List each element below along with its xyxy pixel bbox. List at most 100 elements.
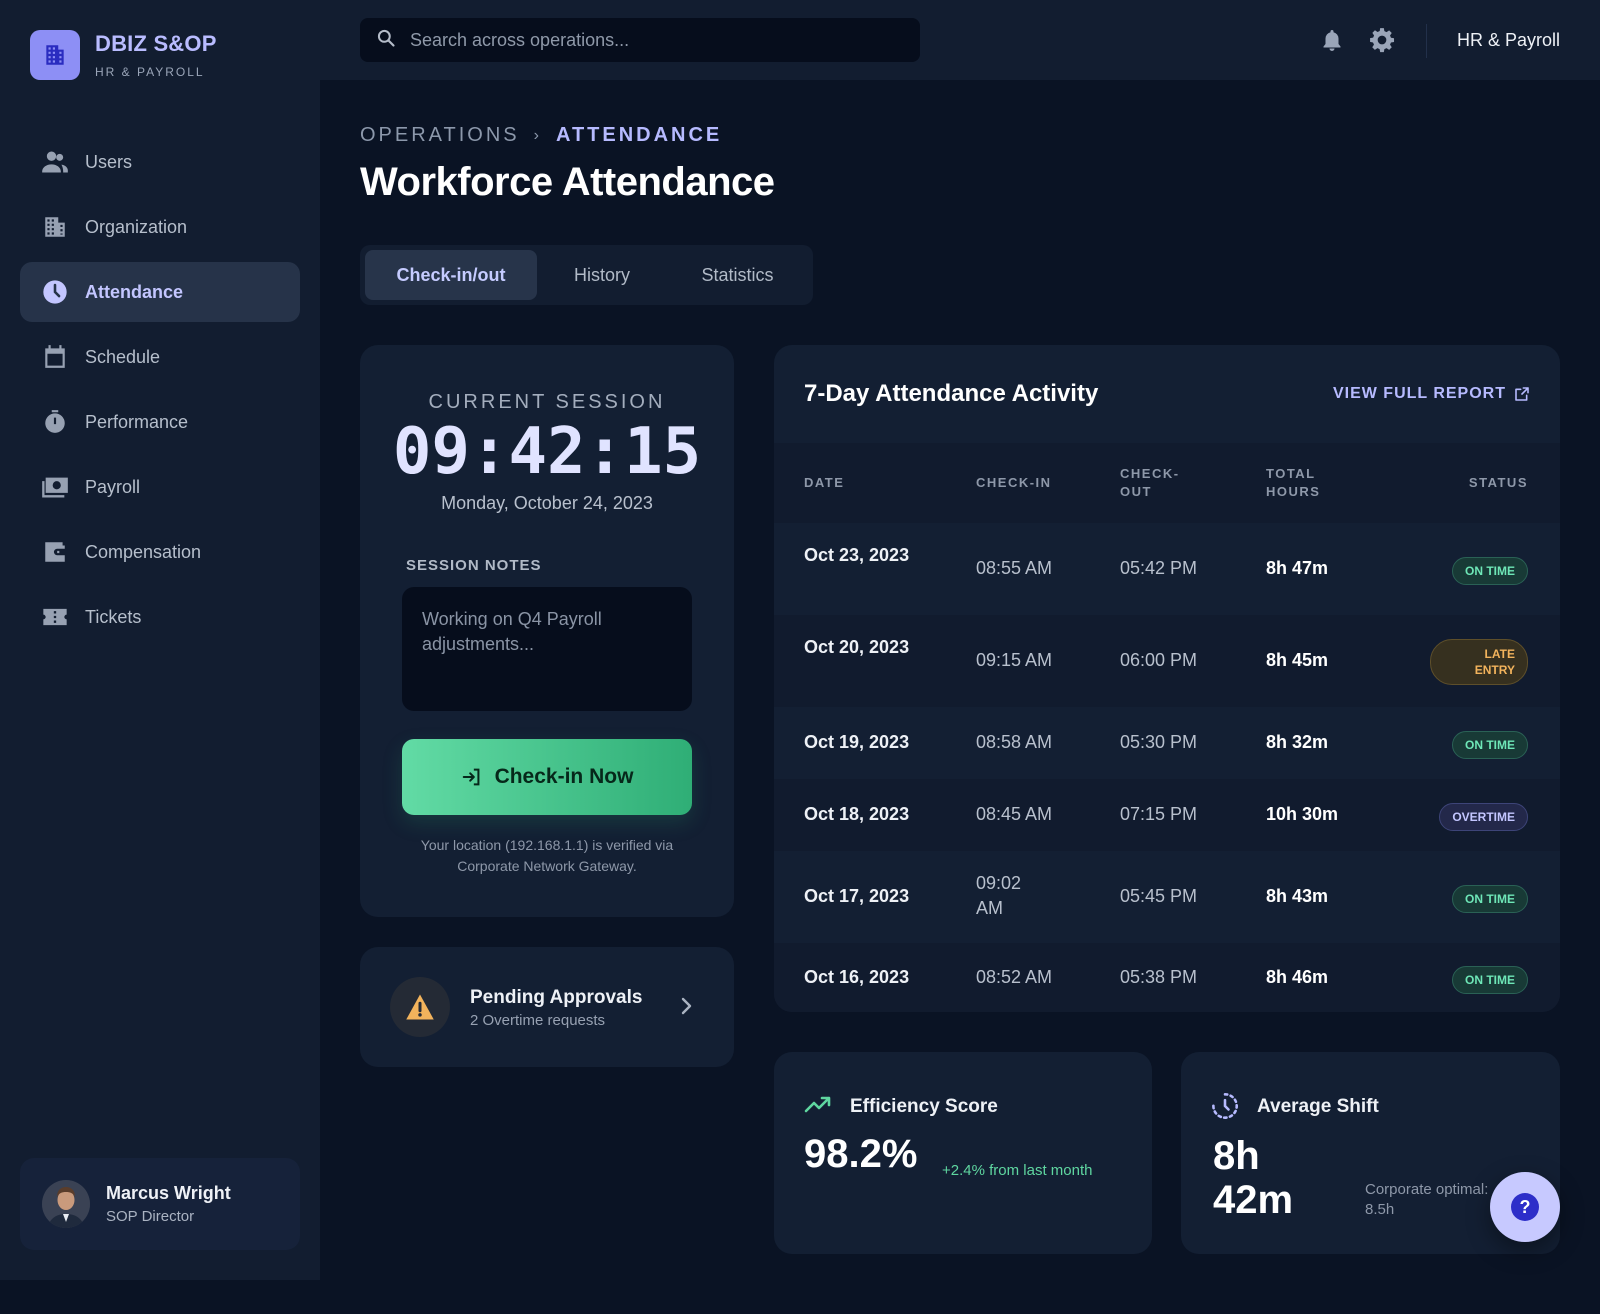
ticket-icon — [40, 602, 70, 632]
sidebar-item-attendance[interactable]: Attendance — [20, 262, 300, 322]
activity-title: 7-Day Attendance Activity — [804, 380, 1099, 407]
row-total-hours: 8h 46m — [1266, 967, 1329, 987]
chevron-right-icon — [680, 996, 694, 1021]
building-icon — [40, 212, 70, 242]
table-row[interactable]: Oct 19, 2023 08:58 AM 05:30 PM 8h 32m ON… — [774, 707, 1560, 779]
tab-statistics[interactable]: Statistics — [667, 250, 808, 300]
current-session-card: CURRENT SESSION 09:42:15 Monday, October… — [360, 345, 734, 917]
stopwatch-icon — [40, 407, 70, 437]
average-shift-title: Average Shift — [1257, 1096, 1379, 1117]
average-shift-note: Corporate optimal: 8.5h — [1365, 1180, 1488, 1220]
sidebar-item-label: Organization — [85, 216, 188, 237]
session-date: Monday, October 24, 2023 — [441, 493, 653, 513]
row-check-in: 08:45 AM — [976, 804, 1053, 824]
calendar-icon — [40, 342, 70, 372]
row-date: Oct 19, 2023 — [804, 732, 910, 752]
row-date: Oct 16, 2023 — [804, 967, 910, 987]
user-profile-card[interactable]: Marcus Wright SOP Director — [20, 1158, 300, 1250]
attendance-activity-card: 7-Day Attendance Activity VIEW FULL REPO… — [774, 345, 1560, 1012]
brand[interactable]: DBIZ S&OP HR & PAYROLL — [30, 30, 217, 80]
sidebar-item-label: Tickets — [85, 606, 142, 627]
brand-subtitle: HR & PAYROLL — [95, 65, 205, 79]
row-check-out: 05:42 PM — [1120, 558, 1198, 578]
topbar-divider — [1426, 24, 1427, 58]
session-notes-label: SESSION NOTES — [406, 557, 542, 574]
tab-check-in-out[interactable]: Check-in/out — [365, 250, 537, 300]
status-badge: LATE ENTRY — [1430, 639, 1528, 685]
avatar — [42, 1180, 90, 1228]
user-role: SOP Director — [106, 1208, 195, 1225]
sidebar-item-schedule[interactable]: Schedule — [20, 327, 300, 387]
row-total-hours: 8h 45m — [1266, 650, 1329, 670]
bell-icon[interactable] — [1316, 24, 1348, 56]
pending-approvals-title: Pending Approvals — [470, 987, 643, 1008]
table-row[interactable]: Oct 18, 2023 08:45 AM 07:15 PM 10h 30m O… — [774, 779, 1560, 851]
average-shift-value: 8h 42m — [1213, 1134, 1294, 1222]
row-check-out: 05:38 PM — [1120, 967, 1198, 987]
row-check-out: 05:30 PM — [1120, 732, 1198, 752]
table-row[interactable]: Oct 20, 2023 09:15 AM 06:00 PM 8h 45m LA… — [774, 615, 1560, 707]
column-header-status: STATUS — [1468, 475, 1528, 490]
row-check-in: 08:52 AM — [976, 967, 1053, 987]
status-badge: ON TIME — [1452, 885, 1528, 913]
sidebar-item-users[interactable]: Users — [20, 132, 300, 192]
help-button[interactable]: ? — [1490, 1172, 1560, 1242]
sidebar-item-label: Schedule — [85, 346, 161, 367]
column-header-check-in: CHECK-IN — [976, 475, 1052, 490]
row-check-in: 08:55 AM — [976, 558, 1053, 578]
table-row[interactable]: Oct 16, 2023 08:52 AM 05:38 PM 8h 46m ON… — [774, 943, 1560, 1012]
table-row[interactable]: Oct 17, 2023 09:02 AM 05:45 PM 8h 43m ON… — [774, 851, 1560, 943]
cash-icon — [40, 472, 70, 502]
login-icon — [461, 766, 483, 788]
table-header: DATE CHECK-IN CHECK-OUT TOTAL HOURS STAT… — [774, 443, 1560, 523]
efficiency-delta: +2.4% from last month — [942, 1162, 1093, 1179]
workspace-label[interactable]: HR & Payroll — [1457, 30, 1560, 51]
sidebar-item-label: Compensation — [85, 541, 202, 562]
session-label: CURRENT SESSION — [428, 391, 666, 413]
average-shift-note-line2: 8.5h — [1365, 1201, 1395, 1218]
row-date: Oct 18, 2023 — [804, 804, 910, 824]
breadcrumb-current: ATTENDANCE — [555, 124, 723, 146]
row-total-hours: 10h 30m — [1266, 804, 1339, 824]
sidebar: DBIZ S&OP HR & PAYROLL Users Organizatio… — [0, 0, 320, 1280]
efficiency-score-card: Efficiency Score 98.2% +2.4% from last m… — [774, 1052, 1152, 1254]
row-total-hours: 8h 47m — [1266, 558, 1329, 578]
status-badge: ON TIME — [1452, 557, 1528, 585]
session-notes-input[interactable] — [402, 587, 692, 711]
search-input[interactable] — [410, 29, 890, 51]
row-date: Oct 20, 2023 — [804, 637, 910, 657]
timer-icon — [1211, 1092, 1239, 1125]
sidebar-item-performance[interactable]: Performance — [20, 392, 300, 452]
sidebar-item-payroll[interactable]: Payroll — [20, 457, 300, 517]
check-in-button-label: Check-in Now — [494, 765, 634, 788]
pending-approvals-card[interactable]: Pending Approvals 2 Overtime requests — [360, 947, 734, 1067]
user-name: Marcus Wright — [106, 1183, 231, 1203]
warning-icon — [390, 977, 450, 1037]
sidebar-item-tickets[interactable]: Tickets — [20, 587, 300, 647]
gear-icon[interactable] — [1366, 24, 1398, 56]
session-timer: 09:42:15 — [392, 415, 702, 489]
sidebar-item-compensation[interactable]: Compensation — [20, 522, 300, 582]
efficiency-value: 98.2% — [804, 1132, 918, 1176]
external-link-icon — [1514, 386, 1530, 402]
tab-bar: Check-in/out History Statistics — [360, 245, 813, 305]
sidebar-item-label: Attendance — [85, 281, 184, 302]
view-full-report-link[interactable]: VIEW FULL REPORT — [1333, 385, 1530, 403]
tab-history[interactable]: History — [537, 250, 667, 300]
row-check-in: 09:15 AM — [976, 650, 1053, 670]
building-icon — [30, 30, 80, 80]
status-badge: ON TIME — [1452, 731, 1528, 759]
question-mark-icon: ? — [1511, 1193, 1539, 1221]
row-date: Oct 23, 2023 — [804, 545, 910, 565]
sidebar-item-organization[interactable]: Organization — [20, 197, 300, 257]
sidebar-item-label: Payroll — [85, 476, 141, 497]
brand-title: DBIZ S&OP — [95, 31, 217, 56]
breadcrumb-parent[interactable]: OPERATIONS — [360, 124, 520, 147]
row-date: Oct 17, 2023 — [804, 886, 910, 906]
breadcrumb: OPERATIONS › ATTENDANCE — [360, 124, 722, 147]
row-check-out: 06:00 PM — [1120, 650, 1198, 670]
search-icon — [376, 28, 396, 53]
check-in-button[interactable]: Check-in Now — [402, 739, 692, 815]
table-row[interactable]: Oct 23, 2023 08:55 AM 05:42 PM 8h 47m ON… — [774, 523, 1560, 615]
sidebar-nav: Users Organization Attendance Schedule P… — [20, 132, 300, 652]
